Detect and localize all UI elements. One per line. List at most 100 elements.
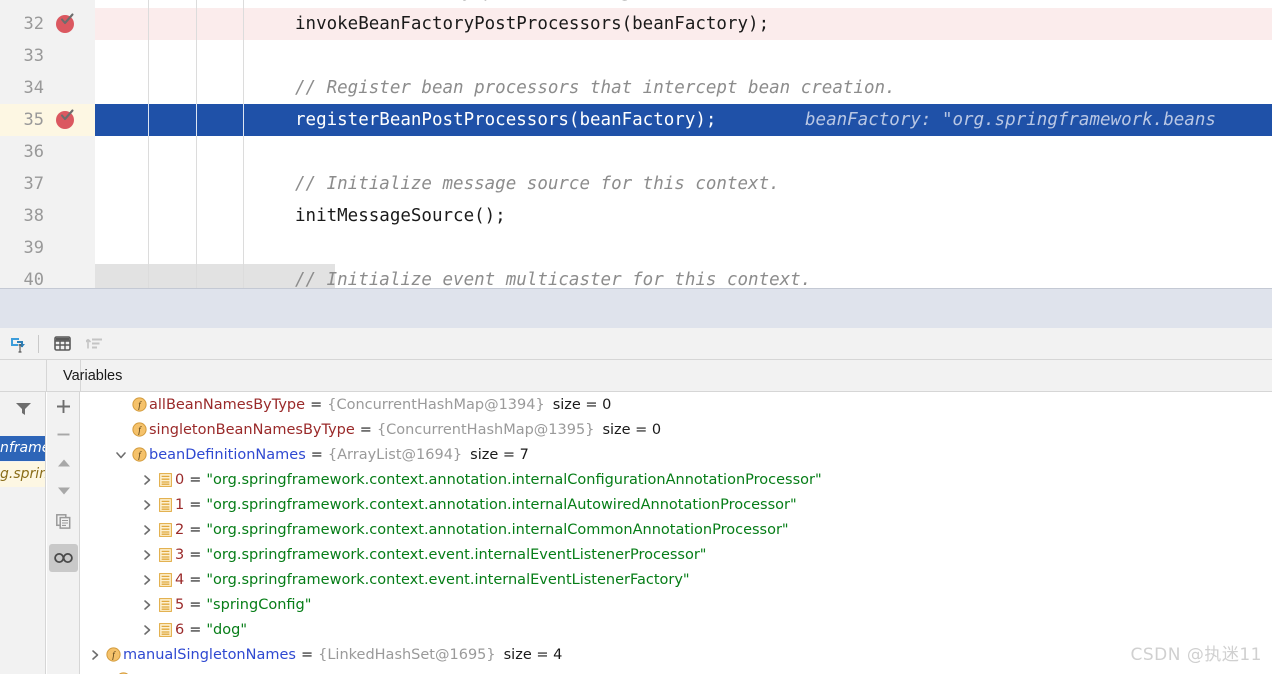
indent-guide bbox=[148, 40, 149, 72]
variable-size: size = 0 bbox=[602, 421, 662, 438]
evaluate-expression-icon[interactable] bbox=[2, 331, 32, 357]
filter-icon[interactable] bbox=[0, 392, 45, 424]
line-number: 36 bbox=[23, 142, 44, 162]
move-watch-up-button[interactable] bbox=[49, 449, 78, 477]
indent-guide bbox=[243, 168, 244, 200]
view-as-table-icon[interactable] bbox=[47, 331, 77, 357]
indent-guide bbox=[243, 136, 244, 168]
code-line: 34 // Register bean processors that inter… bbox=[0, 72, 1272, 104]
equals-sign: = bbox=[359, 421, 372, 438]
equals-sign: = bbox=[189, 471, 202, 488]
variable-value: "springConfig" bbox=[206, 596, 312, 613]
twisty-expanded[interactable] bbox=[113, 442, 129, 467]
frames-panel[interactable]: nframe g.sprin bbox=[0, 392, 46, 674]
indent-guide bbox=[243, 8, 244, 40]
inline-debug-hint: beanFactory: "org.springframework.beans bbox=[805, 110, 1216, 130]
variable-row[interactable]: f manualSingletonNames = {LinkedHashSet@169… bbox=[81, 642, 1272, 667]
equals-sign: = bbox=[310, 446, 323, 463]
list-item-icon bbox=[155, 517, 175, 542]
equals-sign: = bbox=[189, 521, 202, 538]
indent-guide bbox=[148, 72, 149, 104]
indent-guide bbox=[243, 40, 244, 72]
remove-watch-button[interactable] bbox=[49, 420, 78, 448]
variable-row[interactable]: f beanDefinitionNames = {ArrayList@1694} siz… bbox=[81, 442, 1272, 467]
line-number: 33 bbox=[23, 46, 44, 66]
indent-guide bbox=[196, 40, 197, 72]
equals-sign: = bbox=[189, 596, 202, 613]
code-line: 36 bbox=[0, 136, 1272, 168]
variable-row[interactable]: f allBeanNamesByType = {ConcurrentHashMap@1… bbox=[81, 392, 1272, 417]
variable-name: 4 bbox=[175, 571, 185, 588]
indent-guide bbox=[243, 104, 244, 136]
variable-value: "org.springframework.context.annotation.… bbox=[206, 521, 789, 538]
variable-value: "org.springframework.context.event.inter… bbox=[206, 571, 690, 588]
sort-values-icon[interactable] bbox=[79, 331, 109, 357]
watches-side-toolbar bbox=[47, 392, 80, 674]
code-line: 40 // Initialize event multicaster for th… bbox=[0, 264, 1272, 288]
equals-sign: = bbox=[189, 571, 202, 588]
indent-guide bbox=[196, 264, 197, 288]
code-text: // Initialize event multicaster for this… bbox=[295, 270, 812, 288]
variable-row[interactable]: 3 = "org.springframework.context.event.int… bbox=[81, 542, 1272, 567]
tab-variables[interactable]: Variables bbox=[63, 360, 122, 392]
code-text: // Invoke factory processors registered … bbox=[295, 0, 969, 8]
indent-guide bbox=[243, 0, 244, 8]
variable-name: 3 bbox=[175, 546, 185, 563]
variable-name: manualSingletonNames bbox=[123, 646, 296, 663]
variable-name: 5 bbox=[175, 596, 185, 613]
indent-guide bbox=[196, 168, 197, 200]
variable-name: singletonBeanNamesByType bbox=[149, 421, 355, 438]
twisty-collapsed[interactable] bbox=[87, 642, 103, 667]
code-line: 39 bbox=[0, 232, 1272, 264]
variable-row[interactable]: 5 = "springConfig" bbox=[81, 592, 1272, 617]
variable-row[interactable]: 0 = "org.springframework.context.annotatio… bbox=[81, 467, 1272, 492]
breakpoint-icon[interactable] bbox=[56, 13, 74, 33]
indent-guide bbox=[196, 0, 197, 8]
list-item-icon bbox=[155, 542, 175, 567]
list-item-icon bbox=[155, 567, 175, 592]
indent-guide bbox=[196, 8, 197, 40]
twisty-collapsed[interactable] bbox=[139, 542, 155, 567]
twisty-collapsed[interactable] bbox=[139, 592, 155, 617]
code-line: 33 bbox=[0, 40, 1272, 72]
twisty-collapsed[interactable] bbox=[139, 492, 155, 517]
panel-divider[interactable] bbox=[0, 288, 1272, 328]
twisty-collapsed[interactable] bbox=[139, 467, 155, 492]
add-watch-button[interactable] bbox=[49, 392, 78, 420]
variables-tree[interactable]: f allBeanNamesByType = {ConcurrentHashMap@1… bbox=[81, 392, 1272, 674]
variable-size: size = 7 bbox=[470, 446, 529, 463]
frame-row[interactable]: nframe bbox=[0, 436, 45, 461]
variable-row[interactable]: f singletonBeanNamesByType = {ConcurrentHas… bbox=[81, 417, 1272, 442]
indent-guide bbox=[196, 104, 197, 136]
variable-name: 6 bbox=[175, 621, 185, 638]
field-icon: f bbox=[129, 392, 149, 417]
variable-row[interactable]: 6 = "dog" bbox=[81, 617, 1272, 642]
variable-row[interactable]: 1 = "org.springframework.context.annotatio… bbox=[81, 492, 1272, 517]
variable-row-partial[interactable]: f bbox=[81, 667, 1272, 674]
line-number: 37 bbox=[23, 174, 44, 194]
code-line: 31 // Invoke factory processors registere… bbox=[0, 0, 1272, 8]
copy-value-button[interactable] bbox=[49, 507, 78, 535]
indent-guide bbox=[148, 264, 149, 288]
line-number: 34 bbox=[23, 78, 44, 98]
twisty-placeholder bbox=[113, 417, 129, 442]
code-editor[interactable]: 31 // Invoke factory processors registere… bbox=[0, 0, 1272, 288]
variable-value: "org.springframework.context.event.inter… bbox=[206, 546, 707, 563]
twisty-collapsed[interactable] bbox=[139, 567, 155, 592]
move-watch-down-button[interactable] bbox=[49, 477, 78, 505]
code-text: initMessageSource(); bbox=[295, 206, 506, 226]
variable-row[interactable]: 2 = "org.springframework.context.annotatio… bbox=[81, 517, 1272, 542]
frame-row[interactable]: g.sprin bbox=[0, 462, 45, 487]
line-number: 31 bbox=[8, 0, 44, 8]
tabstrip-separator-1 bbox=[46, 360, 47, 392]
twisty-collapsed[interactable] bbox=[139, 617, 155, 642]
field-icon: f bbox=[129, 442, 149, 467]
variable-name: 1 bbox=[175, 496, 185, 513]
toggle-watches-button[interactable] bbox=[49, 544, 78, 572]
list-item-icon bbox=[155, 617, 175, 642]
twisty-collapsed[interactable] bbox=[139, 517, 155, 542]
line-number: 32 bbox=[23, 14, 44, 34]
equals-sign: = bbox=[300, 646, 314, 663]
breakpoint-icon[interactable] bbox=[56, 109, 74, 129]
variable-row[interactable]: 4 = "org.springframework.context.event.int… bbox=[81, 567, 1272, 592]
